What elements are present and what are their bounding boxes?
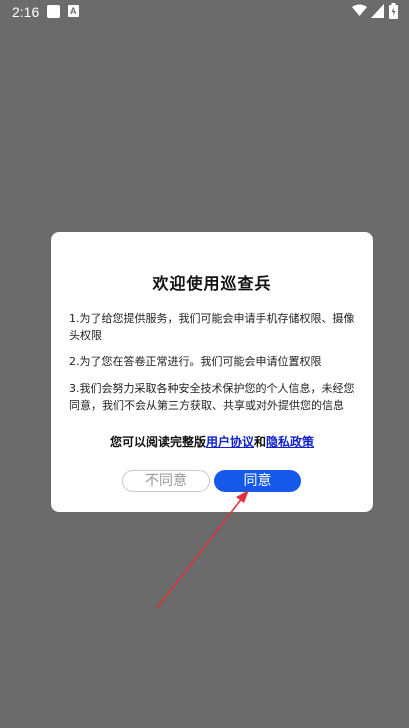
notification-a-label: A [70,6,77,16]
dialog-title: 欢迎使用巡查兵 [152,274,272,293]
privacy-policy-link[interactable]: 隐私政策 [266,435,314,449]
disagree-button[interactable]: 不同意 [122,470,210,492]
dialog-paragraph-1: 1.为了给您提供服务，我们可能会申请手机存储权限、摄像头权限 [69,312,355,342]
status-time: 2:16 [12,4,40,20]
user-agreement-link[interactable]: 用户协议 [206,435,254,449]
signal-icon [371,4,384,18]
agree-button[interactable]: 同意 [214,470,301,492]
battery-icon [389,3,398,19]
wifi-icon [352,4,367,16]
agreement-and: 和 [254,435,267,449]
notification-a-icon: A [68,5,79,17]
status-bar: 2:16 A [0,0,409,24]
privacy-dialog: 欢迎使用巡查兵 1.为了给您提供服务，我们可能会申请手机存储权限、摄像头权限 2… [51,232,373,512]
dialog-paragraph-3: 3.我们会努力采取各种安全技术保护您的个人信息，未经您同意，我们不会从第三方获取… [69,382,355,412]
agreement-prefix: 您可以阅读完整版 [109,435,206,449]
agreement-line: 您可以阅读完整版用户协议和隐私政策 [51,433,373,450]
notification-icon [47,5,60,18]
dialog-paragraph-2: 2.为了您在答卷正常进行。我们可能会申请位置权限 [69,355,322,368]
